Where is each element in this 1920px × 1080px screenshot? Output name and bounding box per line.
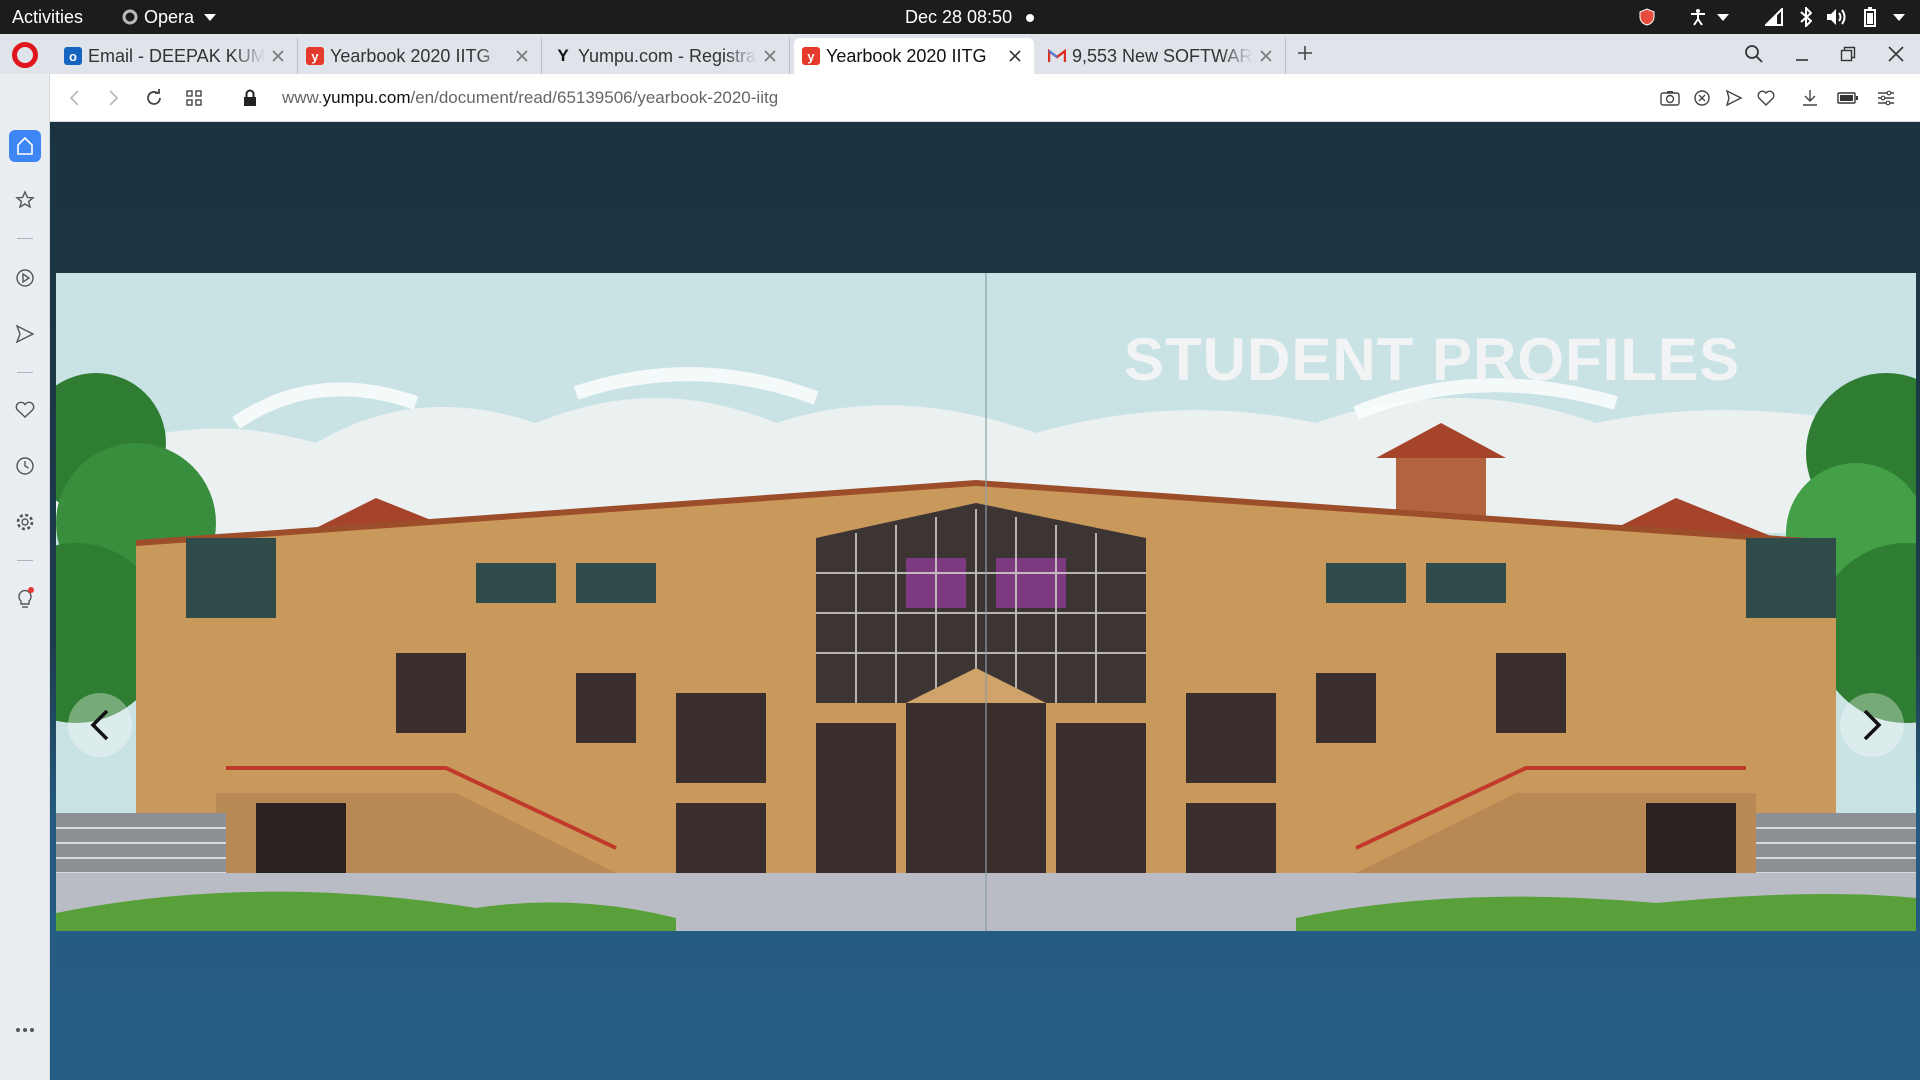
tab-email[interactable]: o Email - DEEPAK KUMAR (56, 38, 298, 74)
speed-dial-icon[interactable] (9, 184, 41, 216)
sidebar-divider (17, 560, 33, 561)
previous-page-button[interactable] (68, 693, 132, 757)
url-path: /en/document/read/65139506/yearbook-2020… (410, 88, 779, 107)
yumpu-y-icon: Y (557, 46, 569, 65)
tab-title: Yearbook 2020 IITG (826, 45, 987, 66)
snapshot-camera-icon[interactable] (1658, 86, 1682, 110)
tab-title: Email - DEEPAK KUMAR (88, 45, 265, 66)
activities-button[interactable]: Activities (12, 0, 83, 34)
accessibility-icon (1691, 9, 1705, 26)
tab-yearbook-1[interactable]: y Yearbook 2020 IITG (298, 38, 542, 74)
tab-title: 9,553 New SOFTWARE (1072, 45, 1253, 66)
yumpu-icon: y (802, 47, 820, 65)
lock-icon[interactable] (236, 84, 264, 112)
close-icon[interactable] (509, 43, 535, 69)
player-icon[interactable] (9, 262, 41, 294)
opera-menu-icon[interactable] (12, 42, 38, 68)
ad-block-icon[interactable] (1690, 86, 1714, 110)
bluetooth-icon[interactable] (1798, 7, 1814, 27)
speed-dial-grid-icon[interactable] (180, 84, 208, 112)
url-prefix: www. (282, 88, 323, 107)
accessibility-menu[interactable] (1686, 7, 1732, 27)
restore-icon[interactable] (1834, 40, 1862, 68)
tab-yumpu-registration[interactable]: Y Yumpu.com - Registration (546, 38, 790, 74)
close-icon[interactable] (1253, 43, 1279, 69)
tab-search-icon[interactable] (1740, 40, 1768, 68)
yumpu-icon: y (306, 47, 324, 65)
battery-saver-icon[interactable] (1836, 86, 1860, 110)
notification-dot-icon (1026, 14, 1035, 23)
url-domain: yumpu.com (322, 88, 411, 107)
chevron-left-icon (90, 709, 109, 741)
tab-strip: o Email - DEEPAK KUMAR y Yearbook 2020 I… (0, 34, 1920, 74)
forward-icon[interactable] (100, 84, 128, 112)
new-tab-plus-icon[interactable] (1292, 40, 1318, 66)
url-field[interactable]: www.yumpu.com/en/document/read/65139506/… (282, 74, 778, 122)
clock-label: Dec 28 08:50 (905, 7, 1013, 27)
page-heading: STUDENT PROFILES (1124, 326, 1741, 393)
chevron-down-icon (204, 13, 217, 21)
heart-icon[interactable] (9, 394, 41, 426)
minimize-icon[interactable] (1788, 40, 1816, 68)
document-viewer: STUDENT PROFILES (50, 122, 1920, 1080)
shield-icon[interactable] (1638, 7, 1656, 27)
clock[interactable]: Dec 28 08:50 (905, 0, 1035, 34)
history-icon[interactable] (9, 450, 41, 482)
opera-tray-icon (122, 9, 138, 25)
system-menu-chevron-icon[interactable] (1890, 7, 1908, 27)
close-window-icon[interactable] (1882, 40, 1910, 68)
tab-yearbook-active[interactable]: y Yearbook 2020 IITG (794, 38, 1034, 74)
app-menu-label: Opera (144, 7, 195, 27)
easy-setup-icon[interactable] (1874, 86, 1898, 110)
app-menu[interactable]: Opera (122, 0, 217, 34)
sidebar-divider (17, 238, 33, 239)
reload-icon[interactable] (140, 84, 168, 112)
next-page-button[interactable] (1840, 693, 1904, 757)
lightbulb-icon[interactable] (9, 582, 41, 614)
tab-gmail[interactable]: 9,553 New SOFTWARE (1040, 38, 1286, 74)
close-icon[interactable] (265, 43, 291, 69)
more-icon[interactable] (9, 1014, 41, 1046)
chevron-down-icon (1717, 13, 1729, 21)
tab-title: Yearbook 2020 IITG (330, 45, 491, 66)
gmail-icon (1048, 47, 1066, 65)
volume-icon[interactable] (1826, 7, 1848, 27)
close-icon[interactable] (757, 43, 783, 69)
chevron-right-icon (1863, 709, 1882, 741)
battery-icon[interactable] (1862, 7, 1878, 27)
tab-title: Yumpu.com - Registration (578, 45, 757, 66)
sidebar-divider (17, 372, 33, 373)
download-icon[interactable] (1798, 86, 1822, 110)
address-bar: www.yumpu.com/en/document/read/65139506/… (50, 74, 1920, 122)
outlook-icon: o (64, 47, 82, 65)
cellular-signal-icon[interactable] (1764, 7, 1784, 27)
close-icon[interactable] (1002, 43, 1028, 69)
system-top-bar: Activities Opera Dec 28 08:50 (0, 0, 1920, 34)
bookmark-heart-icon[interactable] (1754, 86, 1778, 110)
send-to-flow-icon[interactable] (1722, 86, 1746, 110)
home-icon[interactable] (9, 130, 41, 162)
settings-icon[interactable] (9, 506, 41, 538)
back-icon[interactable] (60, 84, 88, 112)
sidebar (0, 74, 50, 1080)
send-icon[interactable] (9, 318, 41, 350)
